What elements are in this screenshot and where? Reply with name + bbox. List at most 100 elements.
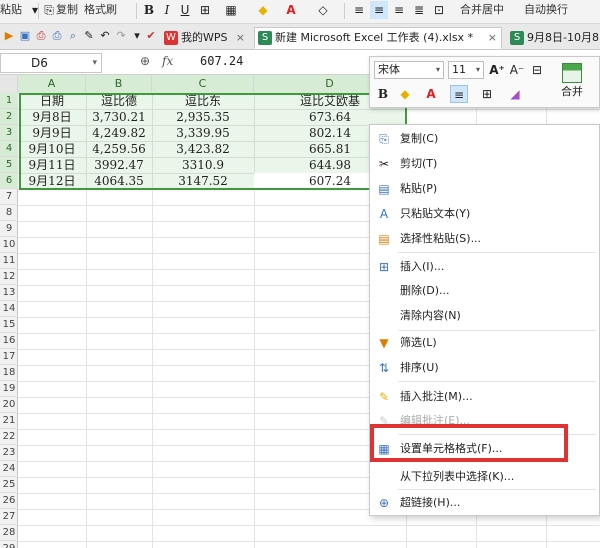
close-icon[interactable]: × bbox=[236, 28, 245, 48]
table-cell[interactable]: 9月12日 bbox=[18, 173, 86, 189]
menu-item-pick-from-list[interactable]: 从下拉列表中选择(K)... bbox=[370, 465, 600, 489]
zoom-icon[interactable]: ⊕ bbox=[140, 54, 150, 68]
table-cell[interactable]: 3310.9 bbox=[152, 157, 254, 173]
row-header[interactable]: 3 bbox=[0, 125, 18, 141]
row-header[interactable]: 7 bbox=[0, 189, 18, 205]
table-cell[interactable]: 3,730.21 bbox=[86, 109, 152, 125]
row-header[interactable]: 8 bbox=[0, 205, 18, 221]
menu-item-copy[interactable]: ⎘ 复制(C) bbox=[370, 127, 600, 151]
table-cell[interactable]: 9月11日 bbox=[18, 157, 86, 173]
row-header[interactable]: 19 bbox=[0, 381, 18, 397]
row-header[interactable]: 16 bbox=[0, 333, 18, 349]
increase-font-icon[interactable]: A⁺ bbox=[488, 61, 506, 79]
table-cell[interactable]: 9月8日 bbox=[18, 109, 86, 125]
row-header[interactable]: 13 bbox=[0, 285, 18, 301]
align-center-icon[interactable]: ≡ bbox=[370, 1, 388, 19]
print-icon[interactable]: ⎙ bbox=[50, 29, 64, 43]
font-size-select[interactable]: 11 ▾ bbox=[448, 61, 484, 79]
select-all-corner[interactable] bbox=[0, 75, 18, 93]
header-cell[interactable]: 逗比东 bbox=[152, 93, 254, 109]
clear-format-icon[interactable]: ◇ bbox=[314, 1, 332, 19]
fill-color-icon[interactable]: ◆ bbox=[254, 1, 272, 19]
menu-item-hyperlink[interactable]: ⊕ 超链接(H)... bbox=[370, 491, 600, 515]
name-box[interactable]: D6 ▾ bbox=[0, 53, 102, 73]
column-header-c[interactable]: C bbox=[152, 75, 254, 93]
tab-date-range-document[interactable]: S 9月8日-10月8日 bbox=[506, 27, 600, 49]
table-cell[interactable]: 673.64 bbox=[254, 109, 406, 125]
merge-center-button[interactable]: 合并居中 bbox=[460, 0, 504, 22]
row-header[interactable]: 17 bbox=[0, 349, 18, 365]
menu-item-insert-comment[interactable]: ✎ 插入批注(M)... bbox=[370, 385, 600, 409]
row-header[interactable]: 1 bbox=[0, 93, 18, 109]
eraser-icon[interactable]: ◢ bbox=[506, 85, 524, 103]
formula-input[interactable]: 607.24 bbox=[200, 54, 243, 68]
pin-icon[interactable]: ✔ bbox=[144, 29, 158, 43]
menu-item-paste[interactable]: ▤ 粘贴(P) bbox=[370, 177, 600, 201]
align-right-icon[interactable]: ≡ bbox=[390, 1, 408, 19]
table-cell[interactable]: 2,935.35 bbox=[152, 109, 254, 125]
merge-icon[interactable]: ⊡ bbox=[430, 1, 448, 19]
row-header[interactable]: 28 bbox=[0, 525, 18, 541]
table-cell[interactable]: 3992.47 bbox=[86, 157, 152, 173]
row-header[interactable]: 27 bbox=[0, 509, 18, 525]
fill-color-icon[interactable]: ◆ bbox=[396, 85, 414, 103]
italic-icon[interactable]: I bbox=[158, 1, 176, 19]
row-header[interactable]: 22 bbox=[0, 429, 18, 445]
merge-button[interactable]: 合并 bbox=[550, 61, 594, 105]
row-header[interactable]: 10 bbox=[0, 237, 18, 253]
border-icon[interactable]: ⊞ bbox=[196, 1, 214, 19]
wrap-text-button[interactable]: 自动换行 bbox=[524, 0, 568, 22]
underline-icon[interactable]: U bbox=[176, 1, 194, 19]
menu-item-cut[interactable]: ✂ 剪切(T) bbox=[370, 152, 600, 176]
row-header[interactable]: 29 bbox=[0, 541, 18, 548]
menu-item-delete[interactable]: 删除(D)... bbox=[370, 279, 600, 303]
table-cell[interactable]: 4,249.82 bbox=[86, 125, 152, 141]
more-icon[interactable]: ▾ bbox=[130, 29, 144, 43]
menu-item-insert[interactable]: ⊞ 插入(I)... bbox=[370, 255, 600, 279]
row-header[interactable]: 4 bbox=[0, 141, 18, 157]
menu-item-paste-special[interactable]: ▤ 选择性粘贴(S)... bbox=[370, 227, 600, 251]
menu-item-sort[interactable]: ⇅ 排序(U) bbox=[370, 356, 600, 380]
row-header[interactable]: 25 bbox=[0, 477, 18, 493]
menu-icon[interactable]: ▶ bbox=[2, 29, 16, 43]
column-header-b[interactable]: B bbox=[86, 75, 152, 93]
row-header[interactable]: 12 bbox=[0, 269, 18, 285]
grid-style-icon[interactable]: ▦ bbox=[222, 1, 240, 19]
tab-excel-document[interactable]: S 新建 Microsoft Excel 工作表 (4).xlsx * × bbox=[254, 27, 502, 49]
copy-button[interactable]: 复制 bbox=[56, 0, 78, 22]
row-header[interactable]: 23 bbox=[0, 445, 18, 461]
chevron-down-icon[interactable]: ▾ bbox=[92, 54, 97, 72]
font-family-select[interactable]: 宋体 ▾ bbox=[374, 61, 444, 79]
bold-icon[interactable]: B bbox=[374, 85, 392, 103]
row-header[interactable]: 18 bbox=[0, 365, 18, 381]
row-header[interactable]: 5 bbox=[0, 157, 18, 173]
redo-icon[interactable]: ↷ bbox=[114, 29, 128, 43]
row-header[interactable]: 14 bbox=[0, 301, 18, 317]
table-cell[interactable]: 4064.35 bbox=[86, 173, 152, 189]
column-header-a[interactable]: A bbox=[18, 75, 86, 93]
table-cell[interactable]: 9月10日 bbox=[18, 141, 86, 157]
row-header[interactable]: 15 bbox=[0, 317, 18, 333]
row-header[interactable]: 20 bbox=[0, 397, 18, 413]
fx-icon[interactable]: fx bbox=[162, 54, 173, 68]
menu-item-paste-text[interactable]: A 只粘贴文本(Y) bbox=[370, 202, 600, 226]
pdf-export-icon[interactable]: ⎙ bbox=[34, 29, 48, 43]
font-color-icon[interactable]: A bbox=[282, 1, 300, 19]
table-cell[interactable]: 4,259.56 bbox=[86, 141, 152, 157]
format-painter-icon[interactable]: ✎ bbox=[82, 29, 96, 43]
paste-button[interactable]: 粘贴 bbox=[0, 0, 22, 22]
distributed-icon[interactable]: ≣ bbox=[410, 1, 428, 19]
bold-icon[interactable]: B bbox=[140, 1, 158, 19]
decrease-font-icon[interactable]: A⁻ bbox=[508, 61, 526, 79]
chevron-down-icon[interactable]: ▾ bbox=[436, 62, 440, 78]
table-cell[interactable]: 3,423.82 bbox=[152, 141, 254, 157]
row-header[interactable]: 26 bbox=[0, 493, 18, 509]
font-color-icon[interactable]: A bbox=[422, 85, 440, 103]
align-center-icon[interactable]: ≡ bbox=[450, 85, 468, 103]
format-icon[interactable]: ⊟ bbox=[528, 61, 546, 79]
align-left-icon[interactable]: ≡ bbox=[350, 1, 368, 19]
print-preview-icon[interactable]: ⌕ bbox=[66, 29, 80, 43]
chevron-down-icon[interactable]: ▾ bbox=[476, 62, 480, 78]
header-cell-date[interactable]: 日期 bbox=[18, 93, 86, 109]
table-cell[interactable]: 9月9日 bbox=[18, 125, 86, 141]
